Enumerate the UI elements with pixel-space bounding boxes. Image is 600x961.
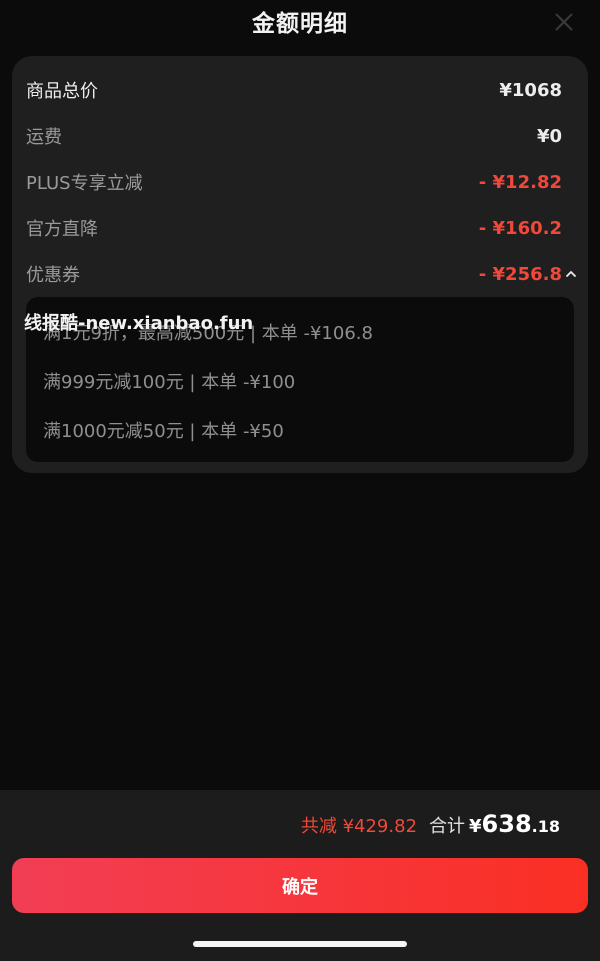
total-label: 合计 <box>429 816 466 837</box>
price-breakdown-card: 商品总价 ¥1068 运费 ¥0 PLUS专享立减 - ¥12.82 官方直降 … <box>12 56 588 473</box>
price-summary: 共减 ¥429.82 合计 ¥ 638 .18 <box>301 810 560 840</box>
footer-bar: 共减 ¥429.82 合计 ¥ 638 .18 确定 <box>0 790 600 961</box>
coupon-item: 满1000元减50元 | 本单 -¥50 <box>43 421 284 442</box>
shipping-label: 运费 <box>26 127 62 148</box>
home-indicator <box>193 941 407 947</box>
confirm-button[interactable]: 确定 <box>12 858 588 913</box>
goods-total-label: 商品总价 <box>26 81 98 102</box>
total-amount-integer: 638 <box>481 810 532 838</box>
total-discount: 共减 ¥429.82 <box>300 816 418 837</box>
shipping-value: ¥0 <box>536 125 562 147</box>
plus-discount-value: - ¥12.82 <box>478 171 562 193</box>
total-currency: ¥ <box>469 816 482 837</box>
row-goods-total: 商品总价 ¥1068 <box>26 75 562 105</box>
row-official-discount: 官方直降 - ¥160.2 <box>26 213 562 243</box>
coupon-value: - ¥256.8 <box>478 263 562 285</box>
coupon-toggle[interactable]: - ¥256.8 <box>478 263 576 285</box>
row-plus-discount: PLUS专享立减 - ¥12.82 <box>26 167 562 197</box>
close-icon <box>555 13 573 31</box>
plus-discount-label: PLUS专享立减 <box>26 173 143 194</box>
goods-total-value: ¥1068 <box>499 79 562 101</box>
page-title: 金额明细 <box>252 11 348 37</box>
official-discount-value: - ¥160.2 <box>478 217 562 239</box>
total-amount-decimal: .18 <box>531 817 560 836</box>
sheet-header: 金额明细 <box>0 0 600 46</box>
watermark-text: 线报酷-new.xianbao.fun <box>24 313 254 334</box>
official-discount-label: 官方直降 <box>26 219 98 240</box>
row-shipping: 运费 ¥0 <box>26 121 562 151</box>
coupon-item: 满999元减100元 | 本单 -¥100 <box>43 372 296 393</box>
close-button[interactable] <box>550 8 578 36</box>
row-coupon[interactable]: 优惠券 - ¥256.8 <box>26 259 576 289</box>
coupon-label: 优惠券 <box>26 265 80 286</box>
chevron-up-icon <box>566 271 576 277</box>
